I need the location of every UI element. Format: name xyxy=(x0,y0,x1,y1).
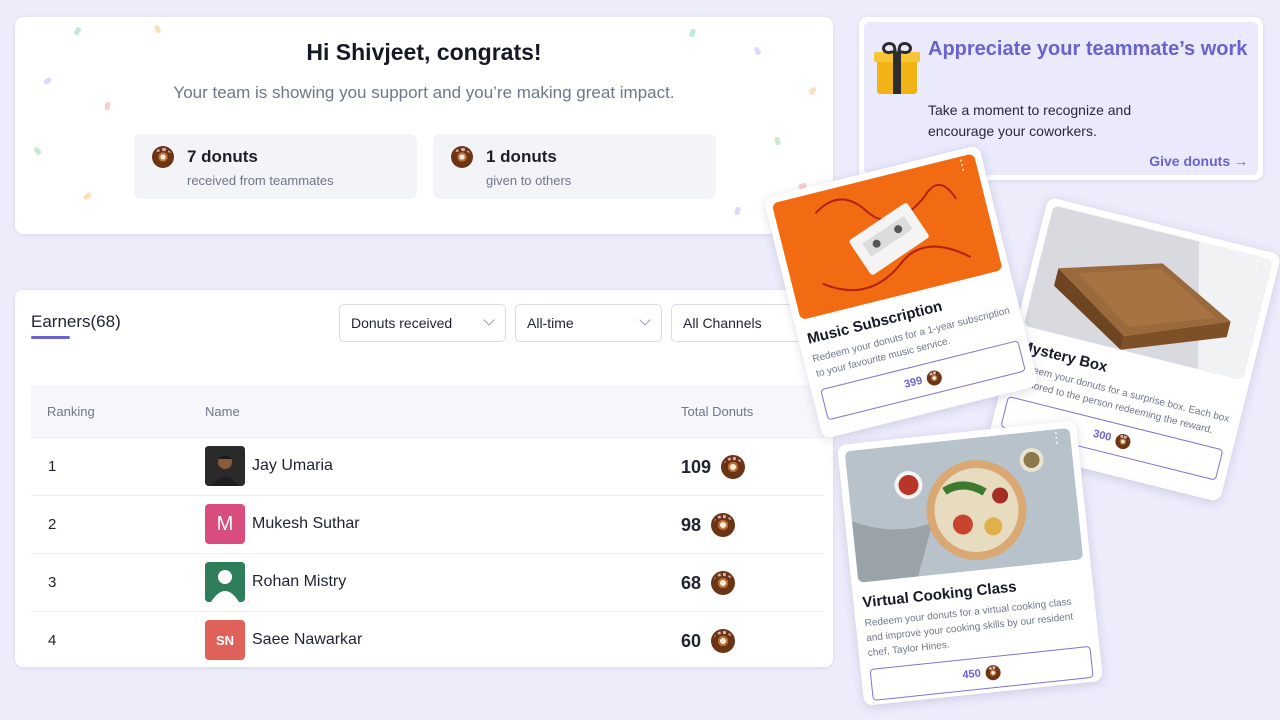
row-name: Saee Nawarkar xyxy=(252,631,363,648)
more-options-icon[interactable]: ⋮ xyxy=(1249,255,1266,274)
filter-metric-select[interactable]: Donuts received xyxy=(339,304,506,342)
donut-icon xyxy=(711,513,736,537)
appreciate-inner: Appreciate your teammate’s work Take a m… xyxy=(864,22,1258,175)
avatar: M xyxy=(205,504,245,544)
stat-given: 1 donuts given to others xyxy=(433,134,716,199)
column-header-ranking: Ranking xyxy=(47,404,95,419)
select-value: Donuts received xyxy=(351,315,453,331)
row-name: Mukesh Suthar xyxy=(252,515,360,532)
donut-icon xyxy=(925,368,944,387)
avatar: SN xyxy=(205,620,245,660)
congrats-title: Hi Shivjeet, congrats! xyxy=(306,39,542,65)
row-total: 109 xyxy=(681,455,746,479)
table-header: Ranking Name Total Donuts xyxy=(31,385,824,437)
row-name: Jay Umaria xyxy=(252,457,333,474)
confetti xyxy=(688,28,697,38)
reward-price: 399 xyxy=(902,374,924,391)
total-value: 98 xyxy=(681,514,702,535)
donut-icon xyxy=(711,629,736,653)
tab-earners[interactable]: Earners(68) xyxy=(31,312,121,332)
table-row[interactable]: 2 M Mukesh Suthar 98 xyxy=(31,495,824,553)
congrats-card: Hi Shivjeet, congrats! Your team is show… xyxy=(15,17,833,234)
food-bowl-image: ⋮ xyxy=(844,427,1084,583)
row-total: 60 xyxy=(681,629,736,653)
donut-icon xyxy=(721,455,746,479)
total-value: 109 xyxy=(681,456,712,477)
donut-icon xyxy=(711,571,736,595)
stat-value: 1 donuts xyxy=(486,147,557,166)
reward-price: 300 xyxy=(1091,427,1113,444)
stat-label: received from teammates xyxy=(187,173,334,188)
confetti xyxy=(82,191,93,201)
column-header-name: Name xyxy=(205,404,240,419)
stat-label: given to others xyxy=(486,173,572,188)
reward-card-virtual-cooking-class[interactable]: ⋮ Virtual Cooking Class Redeem your donu… xyxy=(836,420,1104,706)
filter-period-select[interactable]: All-time xyxy=(515,304,662,342)
more-options-icon[interactable]: ⋮ xyxy=(1049,429,1065,446)
reward-price: 450 xyxy=(961,667,982,682)
gift-icon xyxy=(874,40,920,94)
table-row[interactable]: 1 Jay Umaria 109 xyxy=(31,437,824,495)
confetti xyxy=(153,24,162,34)
table-row[interactable]: 3 Rohan Mistry 68 xyxy=(31,553,824,611)
appreciate-title: Appreciate your teammate’s work xyxy=(928,38,1248,60)
confetti xyxy=(33,146,42,156)
appreciate-body: Take a moment to recognize and encourage… xyxy=(928,102,1132,139)
row-rank: 4 xyxy=(48,632,57,649)
avatar-initials: SN xyxy=(215,632,235,648)
column-header-total: Total Donuts xyxy=(681,404,754,419)
confetti xyxy=(73,26,82,36)
row-total: 68 xyxy=(681,571,736,595)
row-name: Rohan Mistry xyxy=(252,573,347,590)
row-rank: 2 xyxy=(48,516,57,533)
confetti xyxy=(734,206,741,216)
avatar xyxy=(205,562,245,602)
select-value: All Channels xyxy=(683,315,762,331)
donut-icon xyxy=(1114,432,1133,451)
chevron-down-icon xyxy=(639,314,651,326)
row-rank: 3 xyxy=(48,574,57,591)
avatar-initials: M xyxy=(216,512,234,535)
row-rank: 1 xyxy=(48,458,57,475)
total-value: 60 xyxy=(681,630,702,651)
select-value: All-time xyxy=(527,315,574,331)
congrats-subtitle: Your team is showing you support and you… xyxy=(173,83,675,102)
stat-received: 7 donuts received from teammates xyxy=(134,134,417,199)
donut-icon xyxy=(451,146,473,168)
row-total: 98 xyxy=(681,513,736,537)
donut-icon xyxy=(152,146,174,168)
confetti xyxy=(774,136,781,146)
stat-value: 7 donuts xyxy=(187,147,258,166)
appreciate-card: Appreciate your teammate’s work Take a m… xyxy=(859,17,1263,180)
earners-panel: Earners(68) Donuts received All-time All… xyxy=(15,290,833,667)
tab-underline xyxy=(31,336,70,339)
avatar xyxy=(205,446,245,486)
chevron-down-icon xyxy=(483,314,495,326)
donut-icon xyxy=(984,663,1002,681)
total-value: 68 xyxy=(681,572,702,593)
more-options-icon[interactable]: ⋮ xyxy=(953,155,970,174)
give-donuts-link[interactable]: Give donuts → xyxy=(1149,153,1248,169)
table-row[interactable]: 4 SN Saee Nawarkar 60 xyxy=(31,611,824,667)
